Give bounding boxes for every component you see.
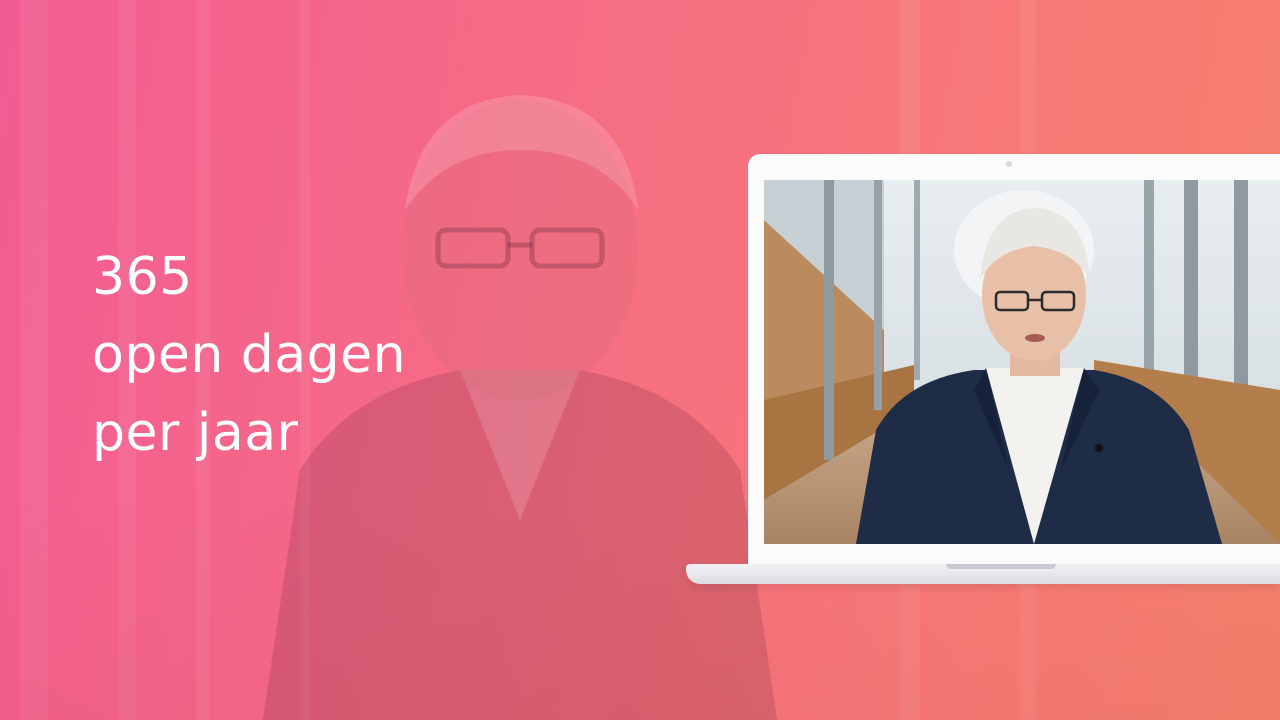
headline-number: 365 bbox=[92, 247, 193, 307]
headline-line-3: per jaar bbox=[92, 403, 299, 463]
laptop-mockup bbox=[686, 154, 1280, 586]
headline: 365 open dagen per jaar bbox=[92, 238, 406, 472]
headline-line-2: open dagen bbox=[92, 325, 407, 385]
laptop-notch bbox=[946, 564, 1056, 569]
video-still bbox=[764, 180, 1280, 544]
webcam-icon bbox=[1006, 161, 1012, 167]
video-frame[interactable] bbox=[764, 180, 1280, 544]
